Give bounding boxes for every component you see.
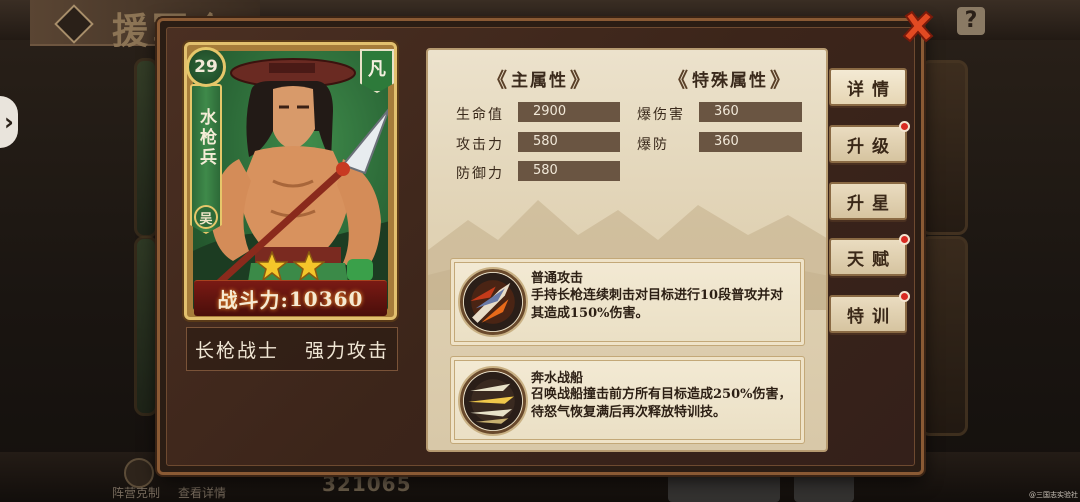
background-card-right bbox=[920, 60, 968, 235]
stat-value-attack: 580 bbox=[518, 132, 620, 152]
background-button-2[interactable] bbox=[794, 474, 854, 502]
tab-upgrade[interactable]: 升级 bbox=[829, 125, 907, 163]
hero-name: 水枪兵 bbox=[196, 108, 216, 168]
ship-skill-icon bbox=[460, 368, 526, 434]
stat-label-attack: 攻击力 bbox=[456, 137, 504, 153]
view-details-label[interactable]: 查看详情 bbox=[178, 484, 226, 501]
notification-dot bbox=[899, 291, 910, 302]
skill-description: 手持长枪连续刺击对目标进行10段普攻并对其造成150%伤害。 bbox=[531, 288, 784, 321]
background-card-left bbox=[134, 58, 158, 238]
hero-illustration bbox=[193, 58, 388, 311]
background-card-right-2 bbox=[920, 236, 968, 436]
notification-dot bbox=[899, 121, 910, 132]
tab-special-training[interactable]: 特训 bbox=[829, 295, 907, 333]
hero-tag: 强力攻击 bbox=[305, 339, 390, 362]
close-icon[interactable] bbox=[900, 8, 936, 44]
star-icon bbox=[256, 251, 288, 281]
special-attributes-header: 《特殊属性》 bbox=[668, 67, 792, 92]
star-icon bbox=[293, 251, 325, 281]
stat-label-defense: 防御力 bbox=[456, 166, 504, 182]
tab-star-up[interactable]: 升星 bbox=[829, 182, 907, 220]
notification-dot bbox=[899, 234, 910, 245]
back-arrow-icon[interactable]: › bbox=[0, 96, 18, 148]
hero-power-label: 战斗力: bbox=[217, 288, 289, 312]
stat-label-hp: 生命值 bbox=[456, 107, 504, 123]
stat-label-crit-defense: 爆防 bbox=[637, 137, 669, 153]
stat-value-crit-defense: 360 bbox=[699, 132, 802, 152]
hero-level-badge: 29 bbox=[186, 47, 226, 87]
stat-value-hp: 2900 bbox=[518, 102, 620, 122]
faction-counter-label[interactable]: 阵营克制 bbox=[112, 484, 160, 501]
screen: { "background": { "title": "援军介", "help_… bbox=[0, 0, 1080, 502]
special-attributes-title: 特殊属性 bbox=[692, 70, 768, 91]
hero-tags: 长枪战士 强力攻击 bbox=[186, 327, 398, 371]
hero-tag: 长枪战士 bbox=[194, 339, 279, 362]
hero-power-plate: 战斗力: 10360 bbox=[194, 280, 387, 316]
hero-power-value: 10360 bbox=[288, 286, 364, 311]
stat-value-crit-damage: 360 bbox=[699, 102, 802, 122]
tab-talent[interactable]: 天赋 bbox=[829, 238, 907, 276]
tab-details[interactable]: 详情 bbox=[829, 68, 907, 106]
spear-skill-icon bbox=[460, 269, 526, 335]
team-power: 321065 bbox=[322, 472, 412, 496]
skill-name: 普通攻击 bbox=[531, 271, 584, 286]
stat-label-crit-damage: 爆伤害 bbox=[637, 107, 685, 123]
background-button[interactable] bbox=[668, 474, 780, 502]
main-attributes-title: 主属性 bbox=[511, 70, 568, 91]
main-attributes-header: 《主属性》 bbox=[487, 67, 592, 92]
hero-faction-badge: 吴 bbox=[194, 205, 218, 229]
skill-description: 召唤战船撞击前方所有目标造成250%伤害，待怒气恢复满后再次释放特训技。 bbox=[531, 387, 792, 420]
help-icon[interactable]: ? bbox=[957, 7, 985, 35]
background-card-left-2 bbox=[134, 236, 158, 416]
stat-value-defense: 580 bbox=[518, 161, 620, 181]
skill-name: 奔水战船 bbox=[531, 371, 584, 386]
watermark: @三国志实验社 bbox=[1029, 491, 1078, 499]
hero-portrait bbox=[193, 51, 388, 311]
